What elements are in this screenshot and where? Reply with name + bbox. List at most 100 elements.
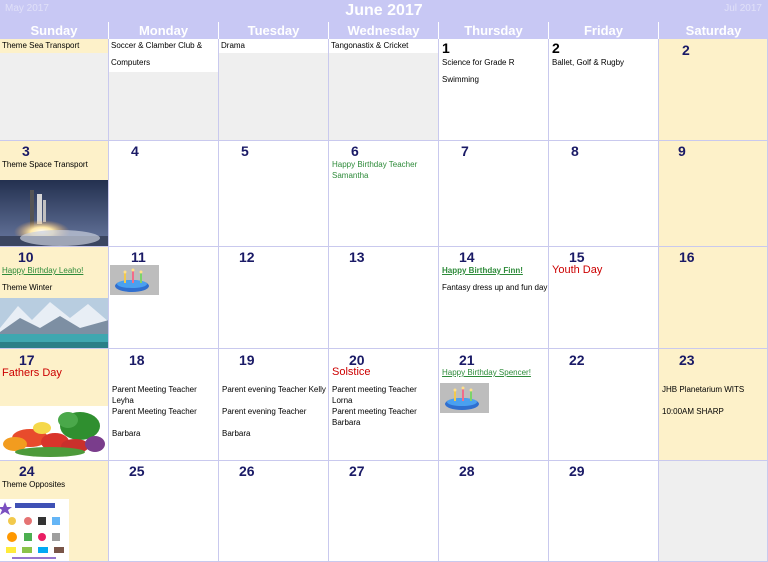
- day-number: 23: [679, 352, 695, 368]
- event-text: Barbara: [222, 429, 251, 438]
- birthday-event[interactable]: Happy Birthday Finn!: [442, 265, 523, 276]
- day-cell-6[interactable]: 6 Happy Birthday Teacher Samantha: [329, 141, 439, 247]
- event-text: Theme Opposites: [2, 480, 66, 489]
- day-cell-11[interactable]: 11: [109, 247, 219, 349]
- space-shuttle-image: [0, 180, 108, 246]
- day-number: 18: [129, 352, 145, 368]
- day-cell-4[interactable]: 4: [109, 141, 219, 247]
- day-number: 3: [22, 143, 30, 159]
- day-number: 28: [459, 463, 475, 479]
- day-number: 26: [239, 463, 255, 479]
- day-number: 24: [19, 463, 35, 479]
- day-cell-20[interactable]: 20 Solstice Parent meeting Teacher Lorna…: [329, 349, 439, 461]
- day-number: 17: [19, 352, 35, 368]
- day-cell-prev-28[interactable]: Theme Sea Transport: [0, 39, 109, 141]
- day-cell-13[interactable]: 13: [329, 247, 439, 349]
- day-number: 15: [569, 249, 585, 265]
- event-text: Fantasy dress up and fun day: [442, 283, 548, 292]
- event-text: Ballet, Golf & Rugby: [552, 58, 625, 67]
- day-cell-1[interactable]: 1 Science for Grade R Swimming: [439, 39, 549, 141]
- day-cell-24[interactable]: 24 Theme Opposites: [0, 461, 109, 562]
- day-cell-22[interactable]: 22: [549, 349, 659, 461]
- day-number: 21: [459, 352, 475, 368]
- event-text: Theme Winter: [2, 283, 53, 292]
- day-number: 13: [349, 249, 365, 265]
- day-cell-8[interactable]: 8: [549, 141, 659, 247]
- day-cell-7[interactable]: 7: [439, 141, 549, 247]
- weekday-monday: Monday: [109, 22, 219, 39]
- day-cell-prev-30[interactable]: Drama: [219, 39, 329, 141]
- birthday-cake-image: [440, 383, 489, 413]
- weekday-tuesday: Tuesday: [219, 22, 329, 39]
- event-text: Theme Sea Transport: [2, 41, 80, 50]
- weekday-friday: Friday: [549, 22, 659, 39]
- birthday-cake-image: [110, 265, 159, 295]
- day-number: 5: [241, 143, 249, 159]
- weekday-saturday: Saturday: [685, 23, 742, 38]
- birthday-event[interactable]: Happy Birthday Spencer!: [442, 367, 531, 378]
- event-text: 10:00AM SHARP: [662, 407, 724, 416]
- event-text: Theme Space Transport: [2, 160, 88, 169]
- day-cell-26[interactable]: 26: [219, 461, 329, 562]
- day-cell-16[interactable]: 16: [659, 247, 768, 349]
- day-number: 11: [131, 249, 146, 265]
- birthday-event[interactable]: Happy Birthday Teacher Samantha: [332, 159, 436, 181]
- calendar-header: May 2017 June 2017 Jul 2017: [0, 0, 768, 22]
- vegetables-image: [0, 406, 108, 460]
- day-cell-25[interactable]: 25: [109, 461, 219, 562]
- day-number: 1: [442, 40, 450, 56]
- day-cell-21[interactable]: 21 Happy Birthday Spencer!: [439, 349, 549, 461]
- event-text: Parent meeting Teacher Lorna: [332, 385, 417, 405]
- day-cell-27[interactable]: 27: [329, 461, 439, 562]
- day-number: 6: [351, 143, 359, 159]
- day-number: 4: [131, 143, 139, 159]
- day-cell-12[interactable]: 12: [219, 247, 329, 349]
- day-number: 2: [552, 40, 560, 56]
- day-cell-next-1[interactable]: [659, 461, 768, 562]
- opposites-poster-image: [0, 499, 69, 561]
- event-text: Parent Meeting Teacher Leyha: [112, 385, 197, 405]
- day-number: 9: [678, 143, 686, 159]
- event-text: Science for Grade R: [442, 58, 515, 67]
- event-text: Soccer & Clamber Club &: [111, 41, 203, 50]
- weekday-wednesday: Wednesday: [329, 22, 439, 39]
- day-number: 10: [18, 249, 34, 265]
- day-cell-prev-31[interactable]: Tangonastix & Cricket: [329, 39, 439, 141]
- day-cell-prev-29[interactable]: Soccer & Clamber Club & Computers: [109, 39, 219, 141]
- day-cell-10[interactable]: 10 Happy Birthday Leaho! Theme Winter: [0, 247, 109, 349]
- day-cell-5[interactable]: 5: [219, 141, 329, 247]
- event-text: Parent evening Teacher: [222, 407, 307, 416]
- day-cell-19[interactable]: 19 Parent evening Teacher Kelly Parent e…: [219, 349, 329, 461]
- weekday-header-row: Sunday Monday Tuesday Wednesday Thursday…: [0, 22, 768, 39]
- weekday-sunday: Sunday: [0, 22, 109, 39]
- event-text: Parent evening Teacher Kelly: [222, 385, 326, 394]
- day-cell-23[interactable]: 23 JHB Planetarium WITS 10:00AM SHARP: [659, 349, 768, 461]
- day-cell-14[interactable]: 14 Happy Birthday Finn! Fantasy dress up…: [439, 247, 549, 349]
- day-cell-28[interactable]: 28: [439, 461, 549, 562]
- event-text: Swimming: [442, 75, 479, 84]
- event-text: Parent Meeting Teacher: [112, 407, 197, 416]
- holiday-label: Youth Day: [552, 264, 603, 276]
- day-number: 29: [569, 463, 585, 479]
- day-number: 12: [239, 249, 255, 265]
- day-cell-18[interactable]: 18 Parent Meeting Teacher Leyha Parent M…: [109, 349, 219, 461]
- winter-mountain-image: [0, 298, 108, 348]
- holiday-label: Solstice: [332, 366, 371, 378]
- next-month-link[interactable]: Jul 2017: [724, 3, 762, 14]
- day-cell-9[interactable]: 9: [659, 141, 768, 247]
- weekday-thursday: Thursday: [439, 22, 549, 39]
- day-number: 2: [682, 42, 690, 58]
- event-text: Computers: [111, 58, 151, 67]
- birthday-event[interactable]: Happy Birthday Leaho!: [2, 265, 83, 276]
- day-cell-2[interactable]: 2 Ballet, Golf & Rugby: [549, 39, 659, 141]
- day-number: 14: [459, 249, 475, 265]
- day-number: 22: [569, 352, 585, 368]
- day-cell-3[interactable]: 2: [659, 39, 768, 141]
- day-cell-3[interactable]: 3 Theme Space Transport: [0, 141, 109, 247]
- day-cell-29[interactable]: 29: [549, 461, 659, 562]
- day-cell-15[interactable]: 15 Youth Day: [549, 247, 659, 349]
- day-number: 16: [679, 249, 695, 265]
- event-text: Tangonastix & Cricket: [331, 41, 409, 50]
- day-cell-17[interactable]: 17 Fathers Day: [0, 349, 109, 461]
- event-text: Drama: [221, 41, 246, 50]
